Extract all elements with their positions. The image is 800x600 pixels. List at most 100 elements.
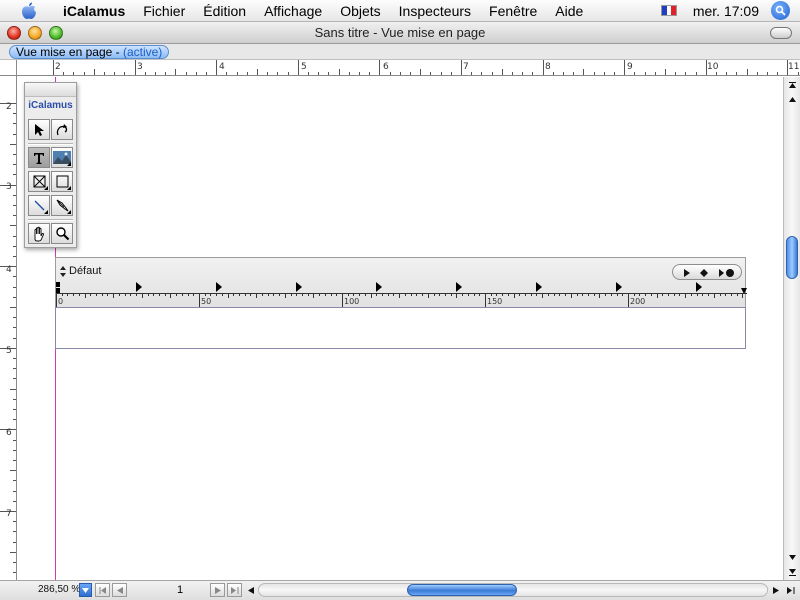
- tab-type-selector[interactable]: [672, 264, 742, 280]
- text-ruler-number: 150: [487, 297, 503, 306]
- menu-inspecteurs[interactable]: Inspecteurs: [390, 0, 480, 22]
- line-tool-button[interactable]: [28, 195, 50, 216]
- right-tab-icon: [719, 269, 724, 277]
- apple-menu-icon[interactable]: [18, 2, 40, 20]
- hruler-number: 3: [137, 62, 143, 72]
- zoom-dropdown-button[interactable]: [79, 583, 92, 597]
- left-tab-icon: [684, 269, 690, 277]
- tab-active-status: (active): [122, 45, 163, 59]
- zoom-tool-button[interactable]: [51, 223, 73, 244]
- menu-app-name[interactable]: iCalamus: [54, 0, 134, 22]
- tool-palette[interactable]: iCalamus: [24, 82, 77, 248]
- text-frame-content[interactable]: [55, 307, 746, 349]
- previous-page-button[interactable]: [112, 583, 127, 597]
- hruler-number: 8: [545, 62, 551, 72]
- spotlight-icon[interactable]: [771, 1, 790, 20]
- magnifier-icon: [55, 227, 69, 241]
- hruler-number: 9: [627, 62, 633, 72]
- text-tool-icon: [34, 152, 44, 164]
- hruler-number: 2: [55, 62, 61, 72]
- tab-stop-marker: [216, 282, 222, 292]
- hruler-number: 6: [383, 62, 389, 72]
- vruler-number: 4: [6, 265, 12, 275]
- scroll-end-arrow-icon[interactable]: [783, 583, 798, 597]
- selection-tool-button[interactable]: [28, 119, 50, 140]
- zoom-window-button[interactable]: [49, 26, 63, 40]
- right-indent-marker: [741, 288, 747, 294]
- selection-arrow-icon: [35, 123, 44, 136]
- text-frame[interactable]: Défaut 0 50 100 150 200: [55, 257, 747, 349]
- tab-stop-marker: [616, 282, 622, 292]
- ruler-corner[interactable]: [0, 60, 17, 76]
- last-page-button[interactable]: [227, 583, 242, 597]
- hruler-number: 7: [463, 62, 469, 72]
- zoom-level[interactable]: 286,50 %: [38, 584, 80, 595]
- tab-stop-marker: [456, 282, 462, 292]
- previous-page-icon: [116, 586, 123, 594]
- palette-title-bar[interactable]: [25, 83, 76, 97]
- text-tool-button[interactable]: [28, 147, 50, 168]
- menu-affichage[interactable]: Affichage: [255, 0, 331, 22]
- decimal-tab-icon: [726, 269, 734, 277]
- scroll-left-arrow-icon[interactable]: [243, 583, 258, 597]
- hruler-number: 11: [788, 62, 800, 72]
- tab-layout-view[interactable]: Vue mise en page - (active): [9, 45, 170, 59]
- tab-stop-marker: [376, 282, 382, 292]
- vruler-number: 5: [6, 346, 12, 356]
- document-canvas[interactable]: Défaut 0 50 100 150 200: [17, 77, 783, 580]
- text-ruler-number: 200: [630, 297, 646, 306]
- hruler-number: 10: [707, 62, 719, 72]
- text-ruler[interactable]: Défaut 0 50 100 150 200: [55, 257, 747, 307]
- scroll-bottom-arrow-icon[interactable]: [786, 565, 799, 578]
- horizontal-ruler[interactable]: 2 3 4 5 6 7 8 9 10 11: [17, 60, 800, 76]
- horizontal-scroll-thumb[interactable]: [407, 584, 517, 596]
- hruler-number: 5: [301, 62, 307, 72]
- scroll-right-arrow-icon[interactable]: [768, 583, 783, 597]
- text-ruler-number: 100: [344, 297, 360, 306]
- vertical-scroll-thumb[interactable]: [786, 236, 798, 279]
- pen-tool-button[interactable]: [51, 195, 73, 216]
- horizontal-scrollbar[interactable]: [258, 583, 768, 597]
- scroll-up-arrow-icon[interactable]: [786, 93, 799, 106]
- next-page-button[interactable]: [210, 583, 225, 597]
- vertical-ruler[interactable]: 2 3 4 5 6 7: [0, 76, 17, 580]
- rectangle-tool-button[interactable]: [51, 171, 73, 192]
- paragraph-style-name: Défaut: [69, 265, 102, 277]
- tab-label: Vue mise en page -: [16, 45, 123, 59]
- hand-tool-button[interactable]: [28, 223, 50, 244]
- tab-stop-marker: [696, 282, 702, 292]
- text-ruler-number: 0: [58, 297, 64, 306]
- palette-divider: [28, 219, 73, 221]
- updown-arrows-icon: [60, 265, 66, 277]
- menu-objets[interactable]: Objets: [331, 0, 389, 22]
- paragraph-style-selector[interactable]: Défaut: [60, 265, 101, 277]
- menu-aide[interactable]: Aide: [546, 0, 592, 22]
- rotate-tool-button[interactable]: [51, 119, 73, 140]
- scroll-top-arrow-icon[interactable]: [786, 79, 799, 92]
- palette-divider: [28, 143, 73, 145]
- menu-fenetre[interactable]: Fenêtre: [480, 0, 546, 22]
- menubar-clock[interactable]: mer. 17:09: [693, 3, 759, 19]
- menu-fichier[interactable]: Fichier: [134, 0, 194, 22]
- toolbar-toggle-button[interactable]: [770, 27, 792, 39]
- input-language-flag-icon[interactable]: [660, 5, 677, 16]
- first-page-icon: [99, 586, 106, 594]
- center-tab-icon: [700, 269, 708, 277]
- left-indent-marker: [56, 282, 60, 293]
- vruler-number: 6: [6, 428, 12, 438]
- picture-frame-tool-button[interactable]: [28, 171, 50, 192]
- scroll-down-arrow-icon[interactable]: [786, 550, 799, 563]
- vertical-scrollbar[interactable]: [783, 77, 800, 580]
- first-page-button[interactable]: [95, 583, 110, 597]
- menu-bar: iCalamus Fichier Édition Affichage Objet…: [0, 0, 800, 22]
- hruler-number: 4: [219, 62, 225, 72]
- menu-edition[interactable]: Édition: [194, 0, 255, 22]
- page-number[interactable]: 1: [160, 584, 200, 596]
- tab-stop-marker: [296, 282, 302, 292]
- tab-stop-marker: [536, 282, 542, 292]
- chevron-down-icon: [82, 587, 89, 593]
- image-tool-button[interactable]: [51, 147, 73, 168]
- vruler-number: 3: [6, 182, 12, 192]
- close-window-button[interactable]: [7, 26, 21, 40]
- minimize-window-button[interactable]: [28, 26, 42, 40]
